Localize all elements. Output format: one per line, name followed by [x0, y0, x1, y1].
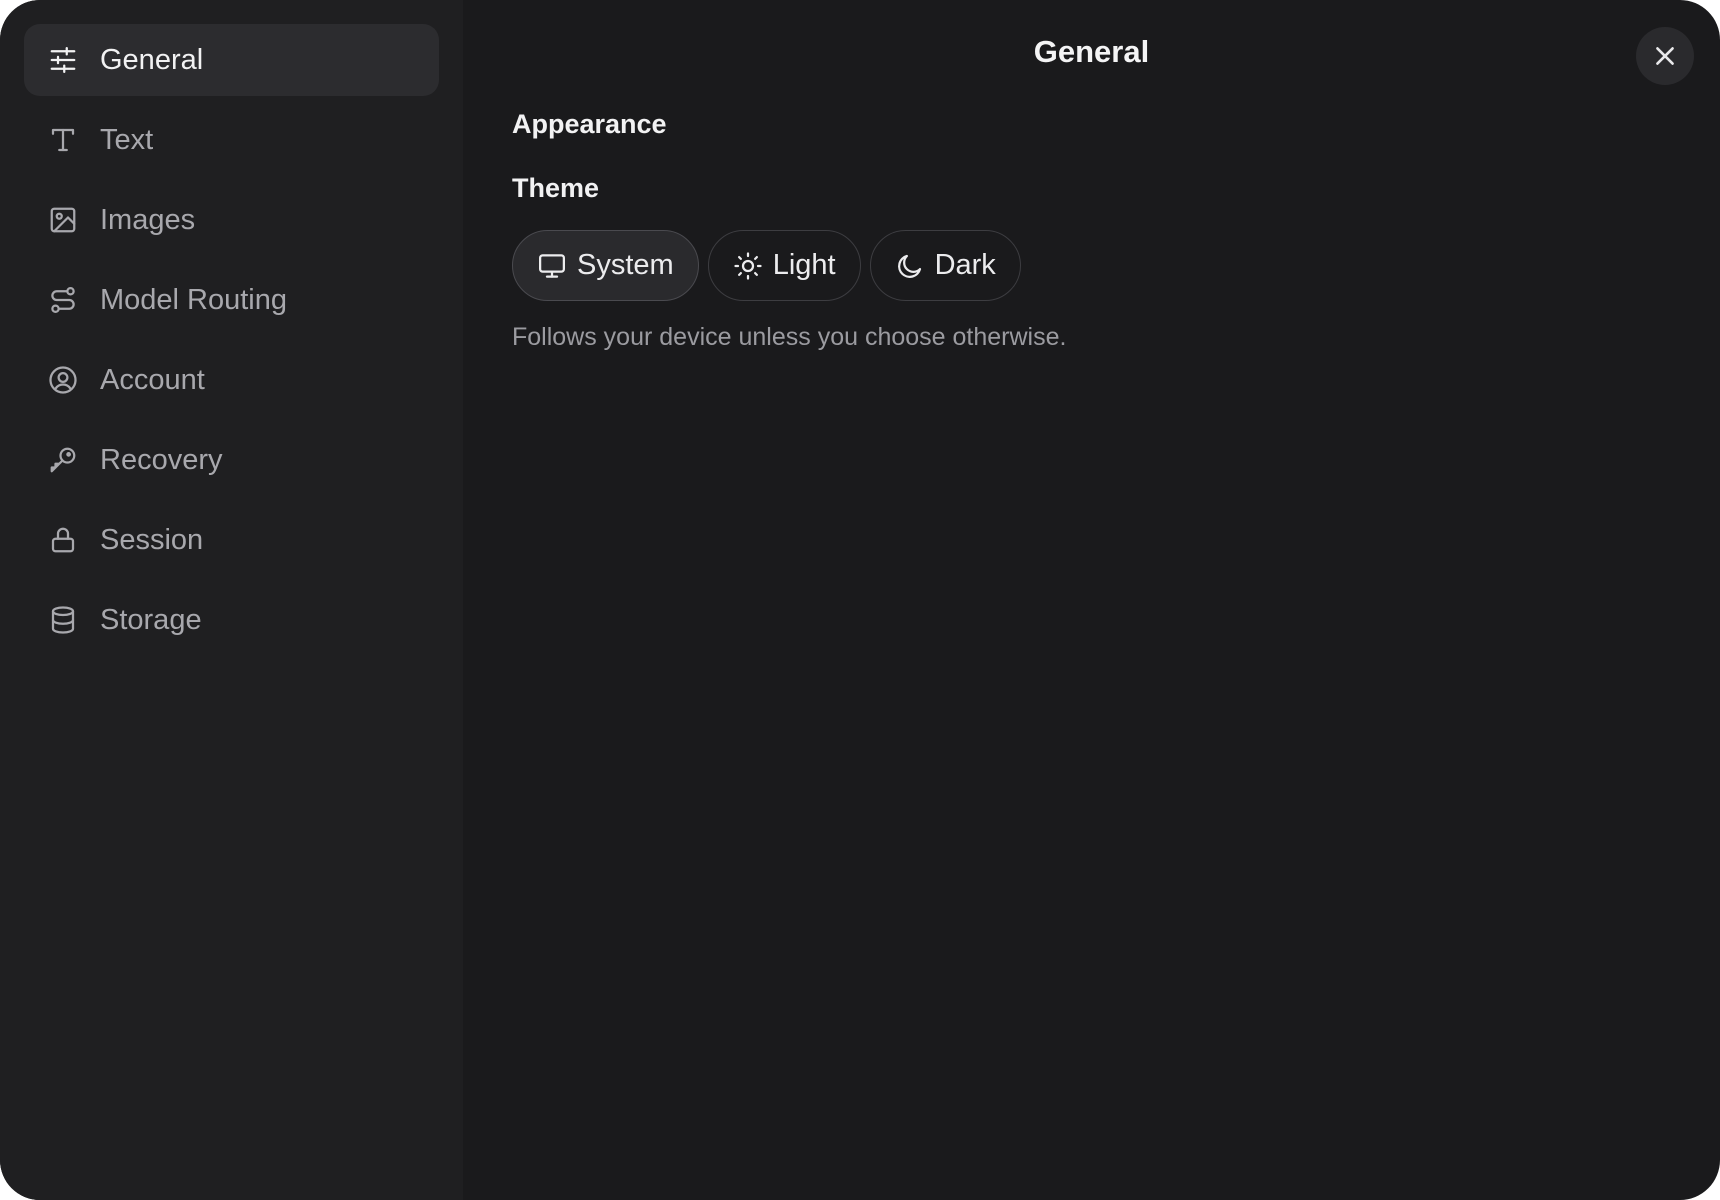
image-icon [48, 205, 78, 235]
page-title: General [1033, 34, 1150, 69]
close-button[interactable] [1636, 27, 1694, 85]
sidebar-item-label: Images [100, 203, 196, 236]
sidebar-item-label: Text [100, 123, 154, 156]
sliders-icon [48, 45, 78, 75]
theme-helper-text: Follows your device unless you choose ot… [512, 323, 1067, 351]
sidebar-item-storage[interactable]: Storage [24, 584, 439, 656]
theme-option-light[interactable]: Light [707, 230, 861, 301]
sidebar-item-label: Account [100, 363, 205, 396]
sidebar-item-label: General [100, 43, 204, 76]
sidebar-item-session[interactable]: Session [24, 504, 439, 576]
theme-selector: System Light Dark [512, 230, 1720, 301]
user-circle-icon [48, 365, 78, 395]
theme-option-system[interactable]: System [512, 230, 699, 301]
sidebar-item-general[interactable]: General [24, 24, 439, 96]
sidebar-item-model-routing[interactable]: Model Routing [24, 264, 439, 336]
theme-option-dark[interactable]: Dark [869, 230, 1021, 301]
moon-icon [895, 251, 925, 281]
route-icon [48, 285, 78, 315]
theme-option-label: Light [772, 249, 836, 281]
key-icon [48, 445, 78, 475]
sidebar-item-label: Model Routing [100, 283, 287, 316]
section-title: Appearance [512, 109, 667, 139]
theme-option-label: Dark [934, 249, 996, 281]
sidebar-item-recovery[interactable]: Recovery [24, 424, 439, 496]
close-icon [1656, 47, 1674, 65]
theme-option-label: System [577, 249, 674, 281]
sidebar-item-label: Storage [100, 603, 202, 636]
sidebar-item-text[interactable]: Text [24, 104, 439, 176]
sun-icon [733, 251, 763, 281]
sidebar-item-account[interactable]: Account [24, 344, 439, 416]
sidebar-item-label: Recovery [100, 443, 223, 476]
appearance-section: Appearance Theme System Light Dark Follo… [512, 108, 1720, 352]
sidebar-item-images[interactable]: Images [24, 184, 439, 256]
database-icon [48, 605, 78, 635]
monitor-icon [537, 251, 567, 281]
text-icon [48, 125, 78, 155]
sidebar-item-label: Session [100, 523, 204, 556]
lock-icon [48, 525, 78, 555]
settings-sidebar: General Text Images Model Routing Accoun… [0, 0, 463, 1200]
settings-dialog: General Text Images Model Routing Accoun… [0, 0, 1720, 1200]
theme-label: Theme [512, 173, 600, 203]
settings-content: General Appearance Theme System Light Da… [463, 0, 1720, 1200]
